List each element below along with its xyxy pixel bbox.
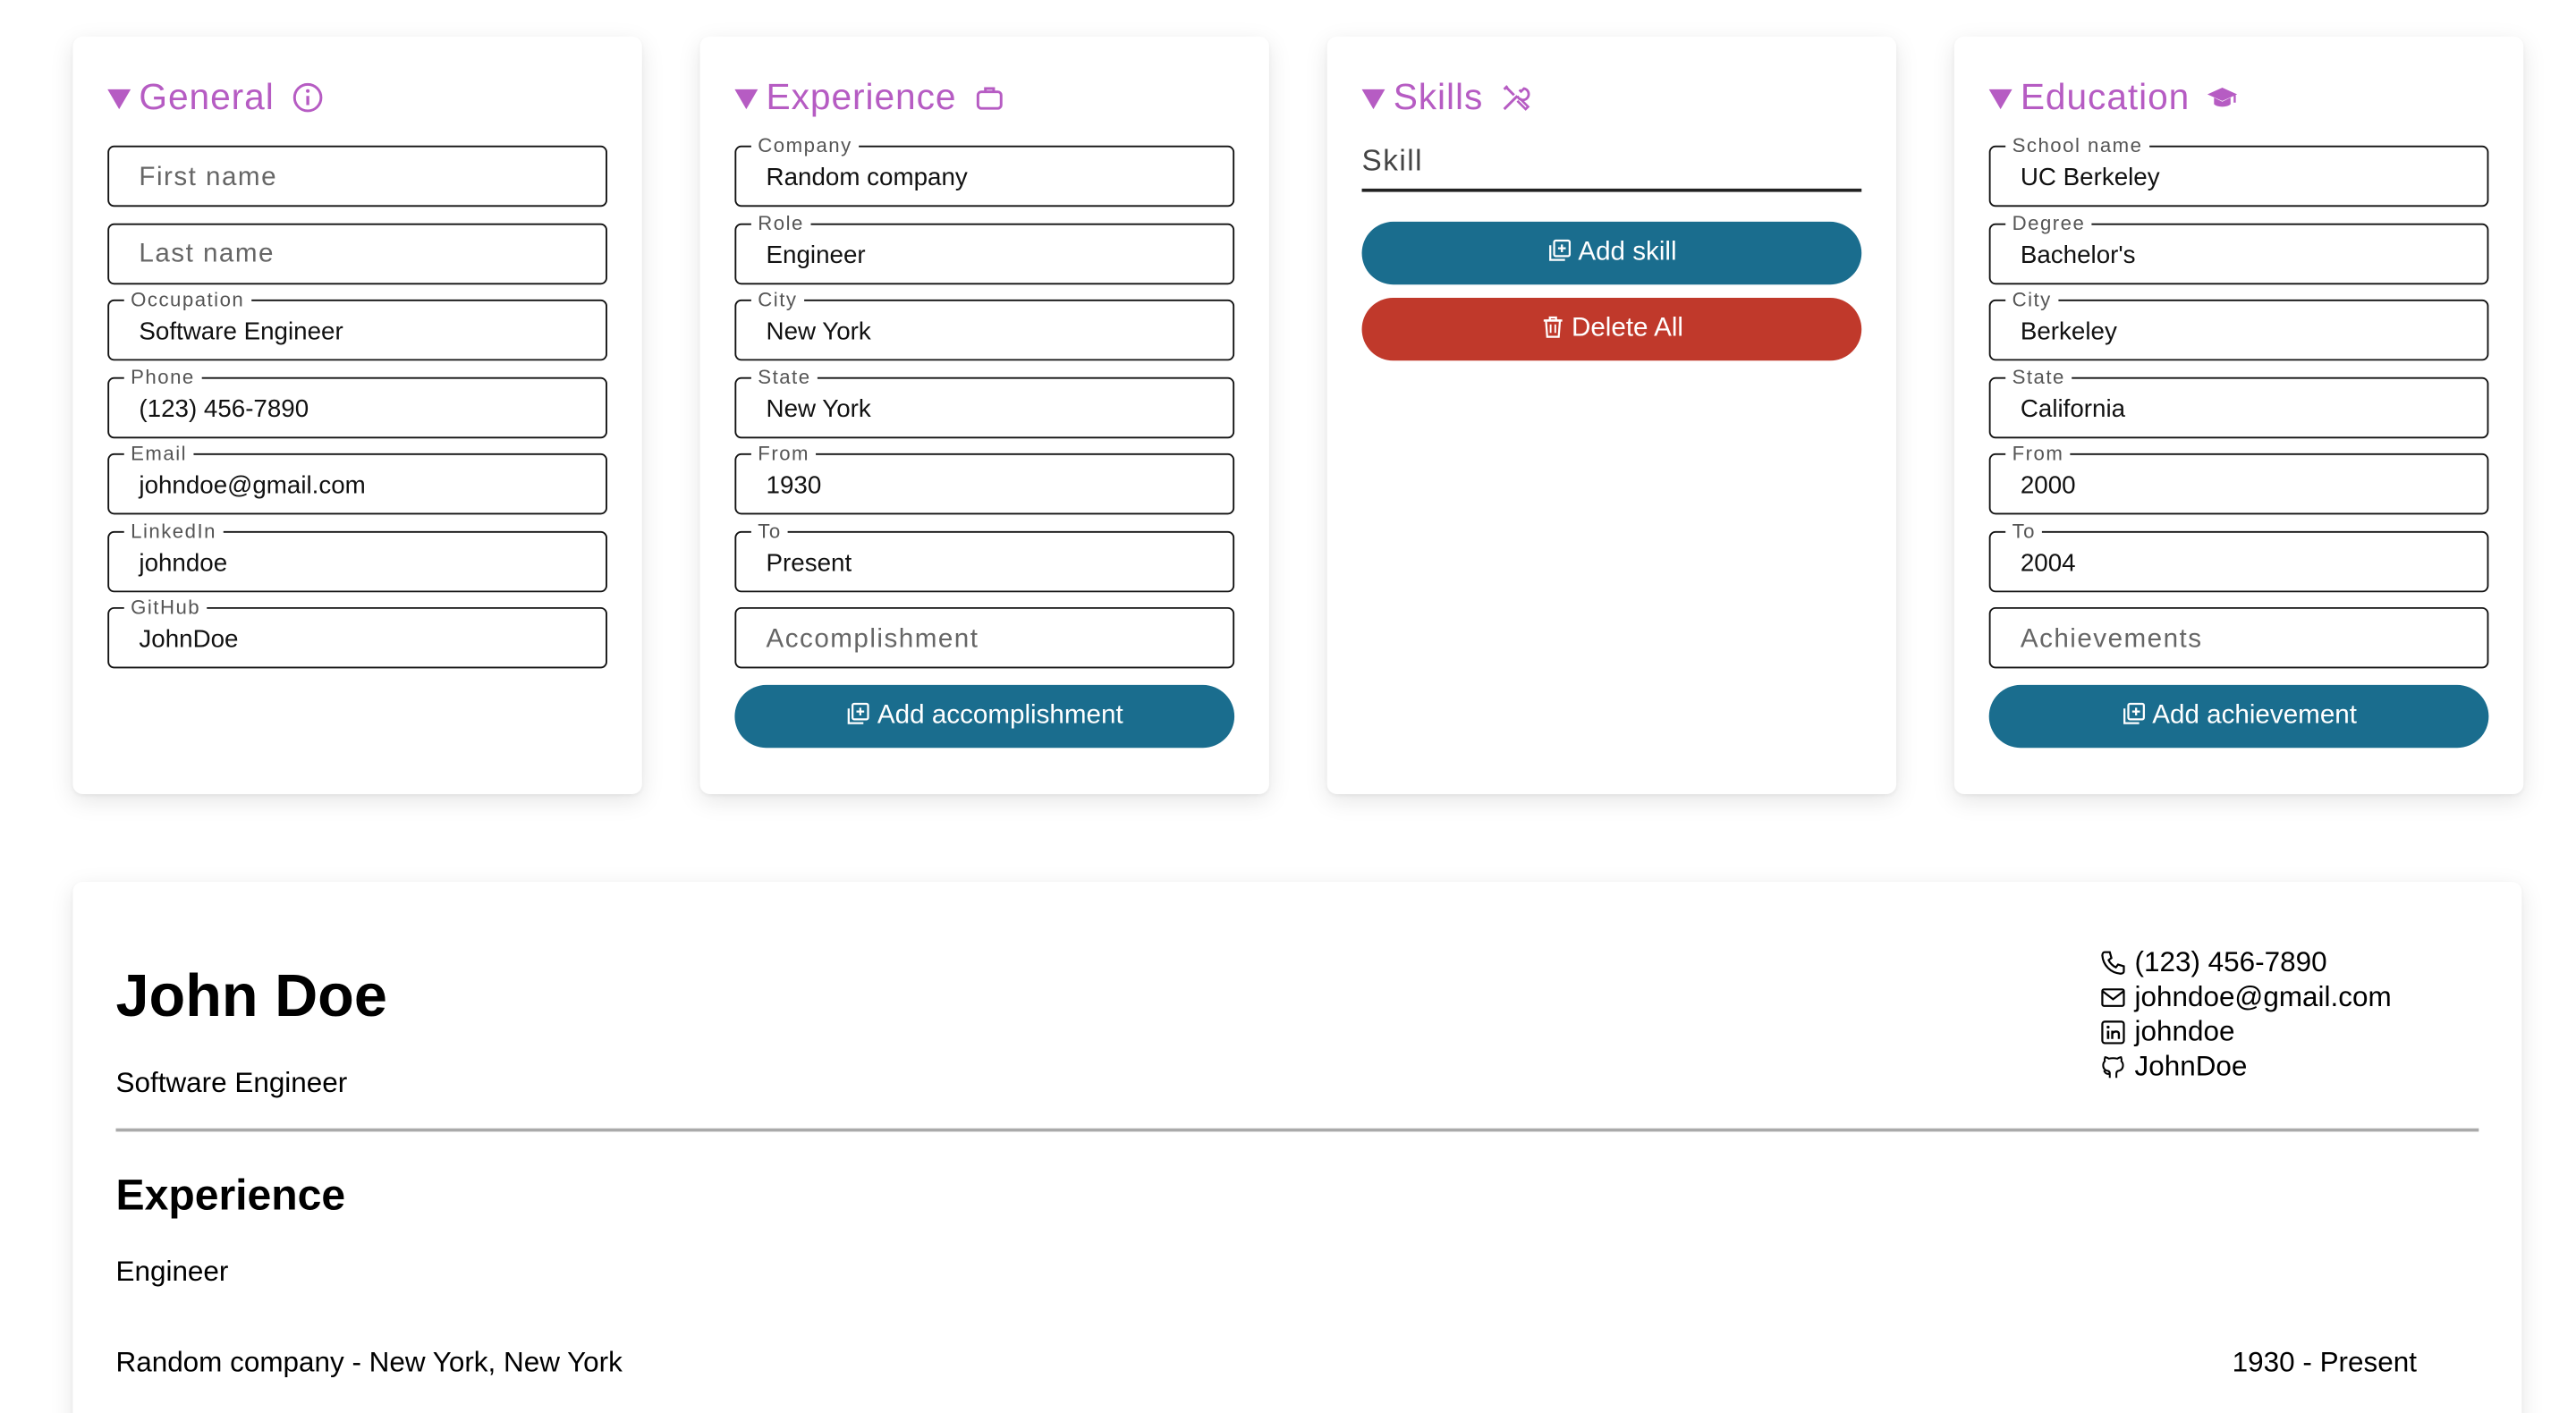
- experience-header[interactable]: Experience: [734, 72, 1234, 123]
- linkedin-input[interactable]: LinkedIn johndoe: [107, 518, 607, 592]
- skills-card: Skills Skill Add skill Delete All: [1326, 36, 1897, 794]
- add-achievement-label: Add achievement: [2152, 701, 2357, 730]
- education-from-input[interactable]: From 2000: [1988, 441, 2489, 515]
- experience-from-input[interactable]: From 1930: [734, 441, 1235, 515]
- envelope-icon: [2101, 987, 2125, 1006]
- add-copy-icon: [1548, 238, 1571, 260]
- caret-down-icon: [1988, 89, 2012, 110]
- experience-title: Experience: [766, 76, 957, 118]
- delete-all-button[interactable]: Delete All: [1361, 298, 1862, 361]
- education-header[interactable]: Education: [1988, 72, 2489, 123]
- role-input[interactable]: Role Engineer: [734, 210, 1235, 284]
- github-input[interactable]: GitHub JohnDoe: [107, 596, 607, 669]
- contact-email: johndoe@gmail.com: [2100, 979, 2392, 1014]
- experience-city-input[interactable]: City New York: [734, 287, 1235, 361]
- delete-all-label: Delete All: [1571, 314, 1683, 343]
- skill-input[interactable]: Skill: [1361, 132, 1862, 192]
- skills-header[interactable]: Skills: [1361, 72, 1862, 123]
- email-input[interactable]: Email johndoe@gmail.com: [107, 441, 607, 515]
- resume-role: Engineer: [115, 1256, 229, 1288]
- info-icon: [291, 81, 324, 114]
- github-icon: [2102, 1055, 2124, 1078]
- caret-down-icon: [1361, 89, 1385, 110]
- experience-state-input[interactable]: State New York: [734, 364, 1235, 438]
- phone-input[interactable]: Phone (123) 456-7890: [107, 364, 607, 438]
- add-accomplishment-button[interactable]: Add accomplishment: [734, 684, 1235, 749]
- contact-phone: (123) 456-7890: [2100, 944, 2392, 979]
- education-state-input[interactable]: State California: [1988, 364, 2489, 438]
- add-skill-button[interactable]: Add skill: [1361, 221, 1862, 285]
- resume-name: John Doe: [115, 960, 387, 1029]
- education-to-input[interactable]: To 2004: [1988, 518, 2489, 592]
- first-name-input[interactable]: First name: [107, 145, 607, 207]
- education-city-input[interactable]: City Berkeley: [1988, 287, 2489, 361]
- achievements-input[interactable]: Achievements: [1988, 606, 2489, 669]
- company-input[interactable]: Company Random company: [734, 133, 1235, 207]
- phone-icon: [2101, 950, 2125, 974]
- trash-icon: [1543, 315, 1563, 337]
- tools-icon: [1500, 81, 1533, 114]
- graduation-cap-icon: [2207, 81, 2240, 114]
- general-header[interactable]: General: [107, 72, 607, 123]
- resume-divider: [115, 1128, 2479, 1132]
- resume-occupation: Software Engineer: [115, 1067, 348, 1099]
- add-skill-label: Add skill: [1578, 238, 1677, 267]
- experience-card: Experience Company Random company Role Eng…: [699, 36, 1269, 794]
- caret-down-icon: [107, 89, 131, 110]
- resume-experience-heading: Experience: [115, 1169, 346, 1220]
- caret-down-icon: [734, 89, 758, 110]
- contact-linkedin: johndoe: [2100, 1014, 2392, 1049]
- experience-to-input[interactable]: To Present: [734, 518, 1235, 592]
- resume-company-line: Random company - New York, New York: [115, 1346, 623, 1379]
- general-card: General First name Last name Occupation S…: [72, 36, 642, 794]
- education-title: Education: [2020, 76, 2190, 118]
- add-accomplishment-label: Add accomplishment: [877, 701, 1123, 730]
- occupation-input[interactable]: Occupation Software Engineer: [107, 287, 607, 361]
- resume-contact: (123) 456-7890 johndoe@gmail.com johndoe…: [2100, 944, 2392, 1083]
- briefcase-icon: [973, 81, 1006, 114]
- linkedin-icon: [2101, 1020, 2125, 1044]
- last-name-input[interactable]: Last name: [107, 222, 607, 284]
- school-name-input[interactable]: School name UC Berkeley: [1988, 133, 2489, 207]
- resume-dates: 1930 - Present: [2232, 1346, 2417, 1379]
- add-copy-icon: [848, 701, 870, 723]
- education-card: Education School name UC Berkeley Degree B…: [1953, 36, 2524, 794]
- general-title: General: [139, 76, 275, 118]
- add-copy-icon: [2123, 701, 2145, 723]
- contact-github: JohnDoe: [2100, 1049, 2392, 1084]
- accomplishment-input[interactable]: Accomplishment: [734, 606, 1235, 669]
- degree-input[interactable]: Degree Bachelor's: [1988, 210, 2489, 284]
- add-achievement-button[interactable]: Add achievement: [1988, 684, 2489, 749]
- resume-preview: John Doe Software Engineer (123) 456-789…: [72, 882, 2522, 1413]
- skills-title: Skills: [1393, 76, 1484, 118]
